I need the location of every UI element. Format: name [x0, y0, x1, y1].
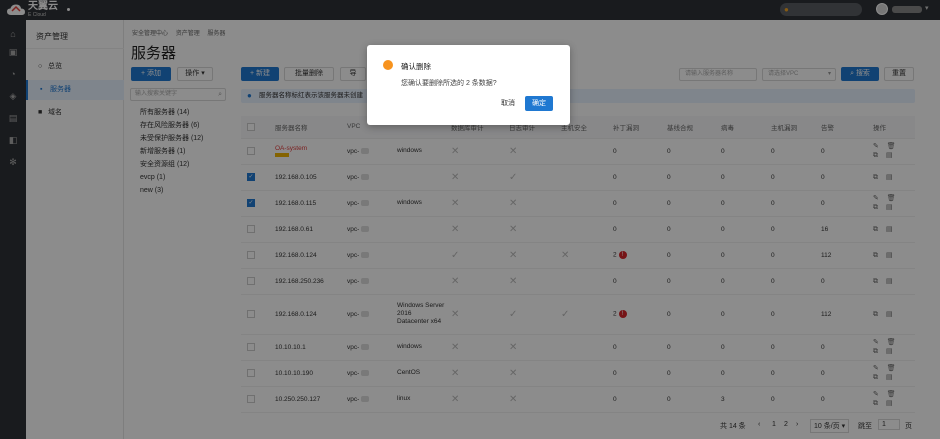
dialog-title: 确认删除: [401, 62, 431, 71]
warning-icon: [383, 60, 393, 70]
dialog-message: 您确认要删除所选的 2 条数据?: [401, 80, 497, 87]
confirm-button[interactable]: 确定: [525, 96, 553, 111]
confirm-delete-dialog: 确认删除 您确认要删除所选的 2 条数据? 取消 确定: [367, 45, 570, 125]
cancel-button[interactable]: 取消: [497, 97, 519, 111]
